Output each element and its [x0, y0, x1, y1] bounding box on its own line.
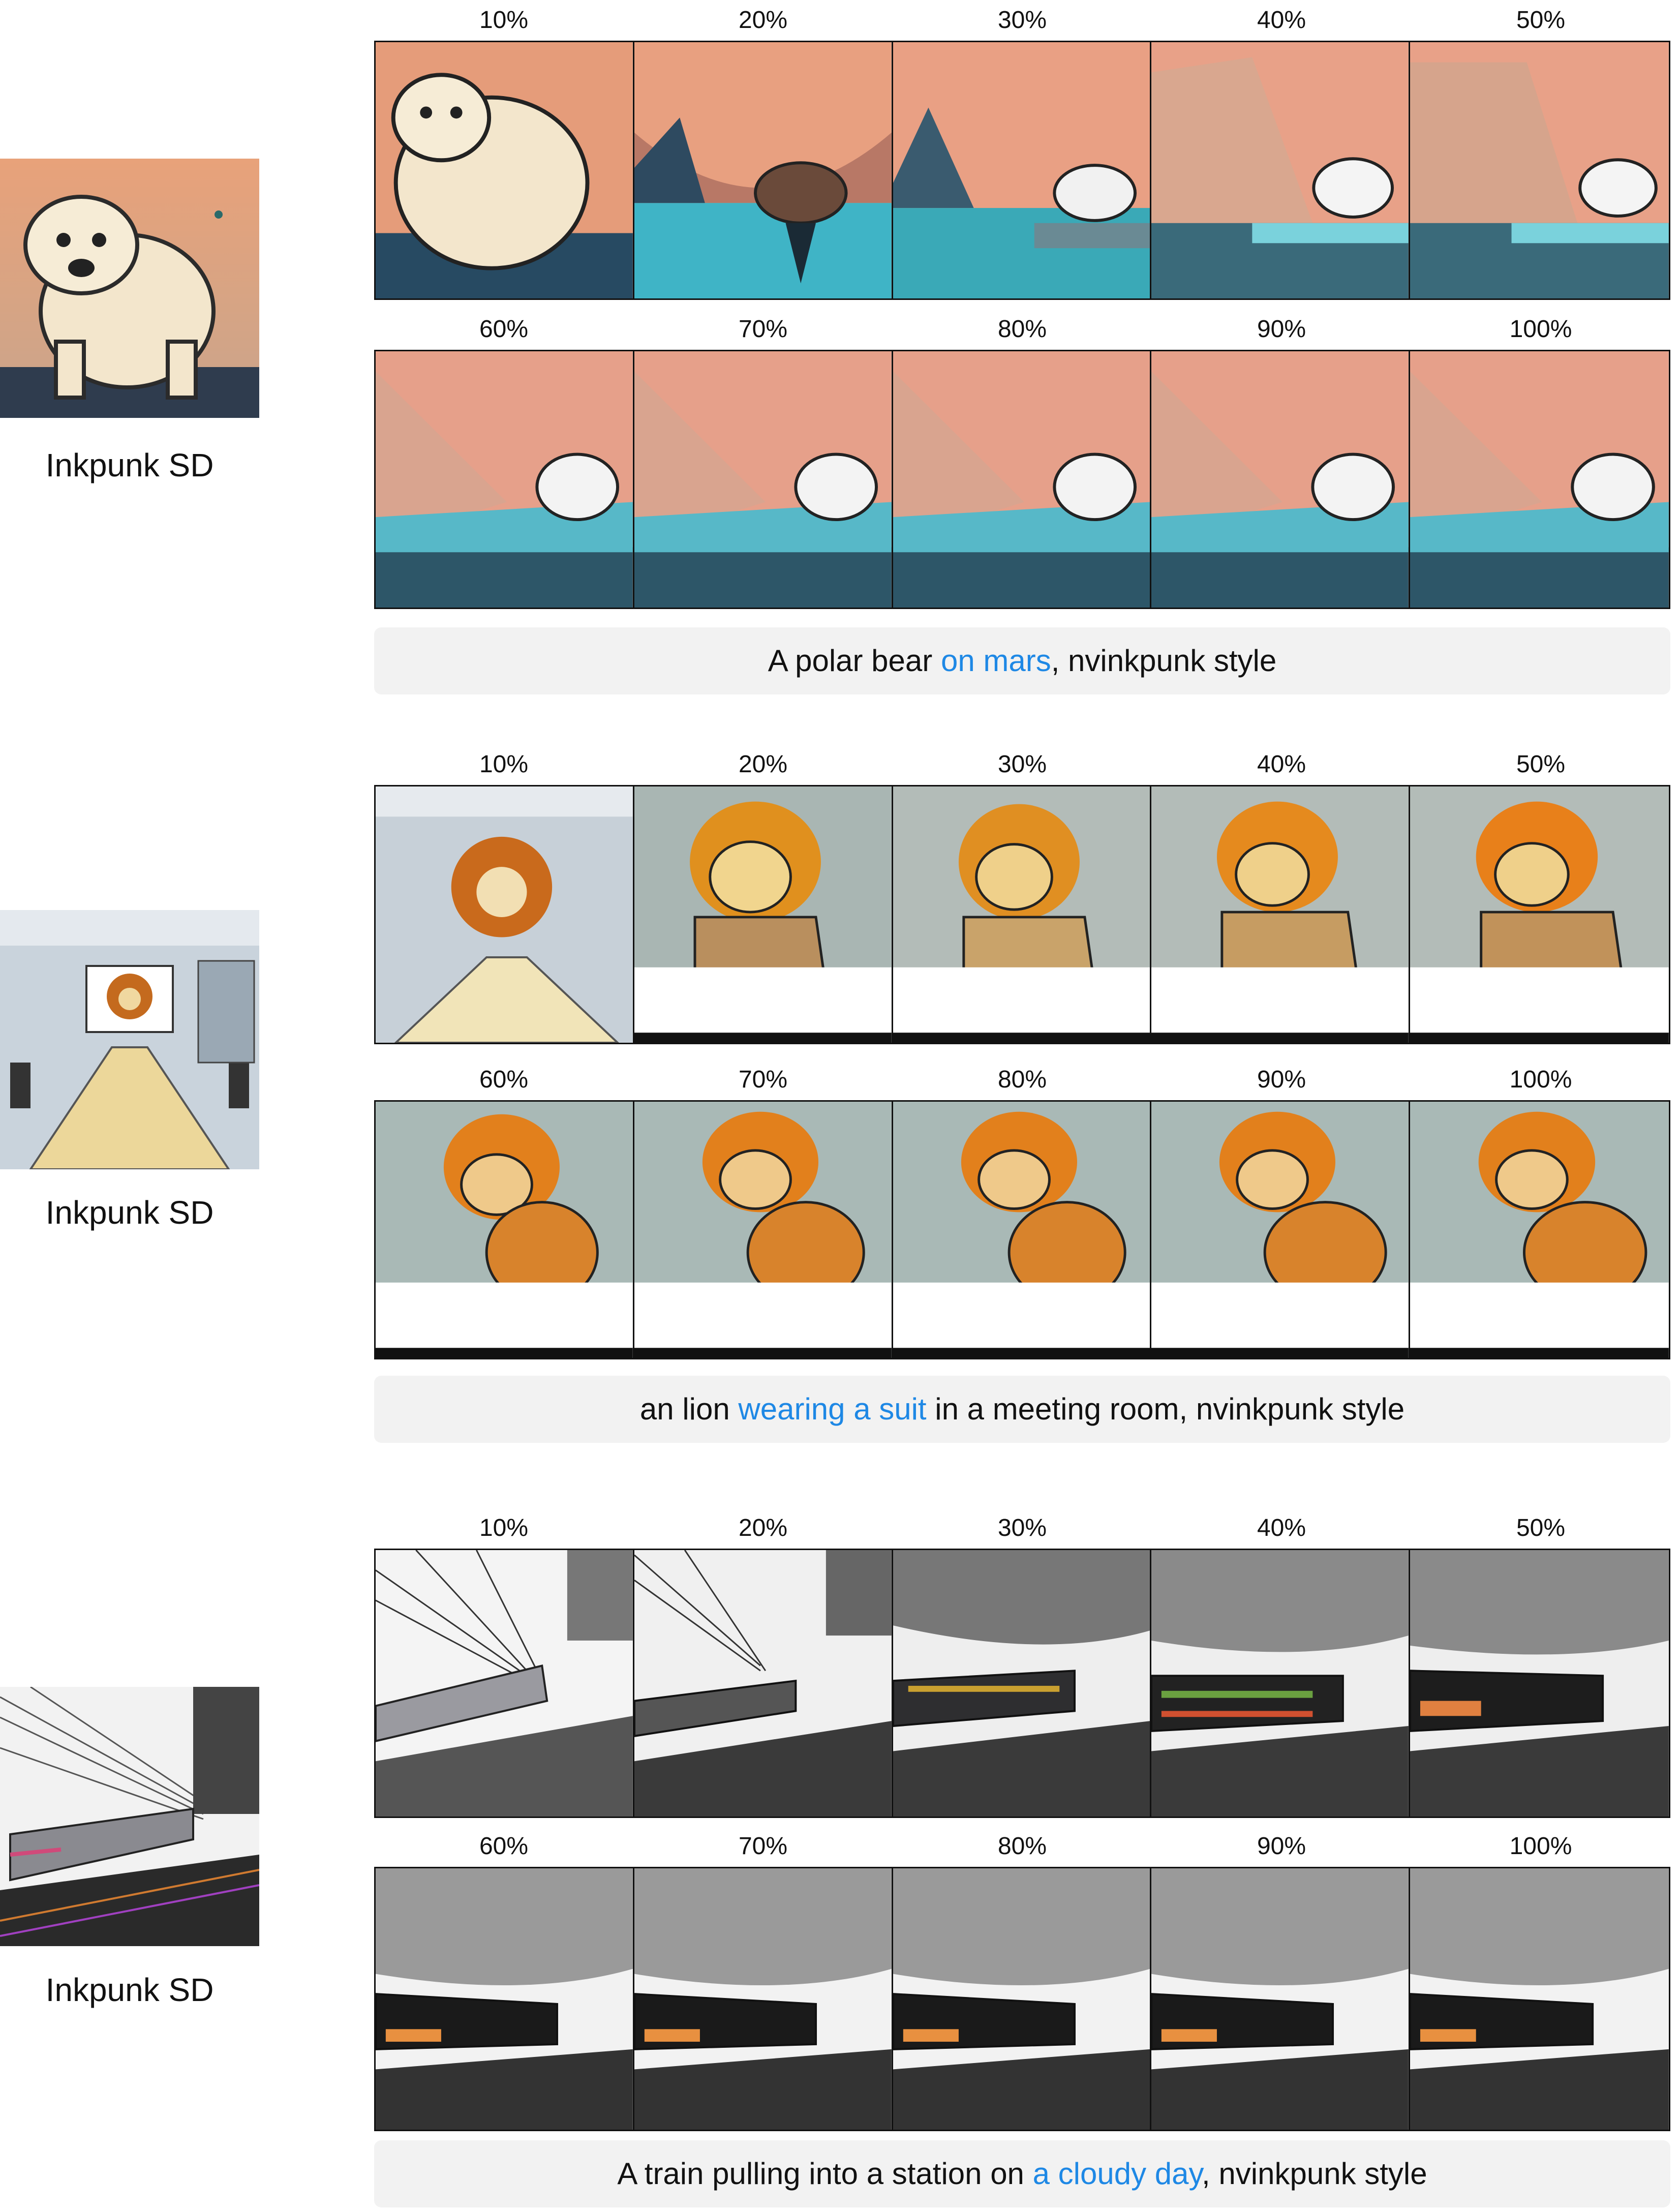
source-image-lion — [0, 910, 259, 1169]
frame-image — [1410, 1550, 1669, 1816]
frame-image — [376, 1868, 634, 2130]
prompt-caption: an lion wearing a suit in a meeting room… — [374, 1376, 1670, 1443]
percent-label: 40% — [1257, 7, 1306, 34]
source-label: Inkpunk SD — [45, 1194, 214, 1231]
frame-image — [376, 1550, 634, 1816]
percent-labels: 60% 70% 80% 90% 100% — [374, 1831, 1670, 1867]
prompt-highlight: a cloudy day — [1032, 2157, 1202, 2191]
percent-labels: 60% 70% 80% 90% 100% — [374, 1065, 1670, 1100]
frame-strip — [374, 1867, 1670, 2131]
percent-label: 10% — [479, 1515, 529, 1541]
percent-label: 100% — [1509, 316, 1572, 343]
frame-image — [893, 786, 1152, 1043]
source-image-polar-bear — [0, 159, 259, 418]
percent-labels: 10% 20% 30% 40% 50% — [374, 5, 1670, 41]
frame-row-1: 10% 20% 30% 40% 50% — [374, 5, 1670, 300]
frame-row-2: 60% 70% 80% 90% 100% — [374, 314, 1670, 609]
percent-label: 80% — [997, 316, 1047, 343]
frame-image — [893, 351, 1152, 608]
percent-label: 50% — [1516, 7, 1566, 34]
prompt-caption: A polar bear on mars, nvinkpunk style — [374, 627, 1670, 694]
percent-labels: 60% 70% 80% 90% 100% — [374, 314, 1670, 350]
percent-label: 10% — [479, 7, 529, 34]
frame-image — [1410, 42, 1669, 298]
percent-label: 80% — [997, 1066, 1047, 1093]
frame-image — [376, 42, 634, 298]
prompt-highlight: on mars — [940, 644, 1051, 678]
percent-label: 20% — [738, 1515, 788, 1541]
frame-image — [893, 1102, 1152, 1358]
frame-image — [634, 351, 893, 608]
percent-label: 90% — [1257, 1833, 1306, 1860]
prompt-text: in a meeting room, nvinkpunk style — [926, 1392, 1405, 1426]
percent-label: 60% — [479, 316, 529, 343]
percent-label: 70% — [738, 316, 788, 343]
percent-label: 60% — [479, 1066, 529, 1093]
percent-label: 70% — [738, 1066, 788, 1093]
frame-image — [376, 786, 634, 1043]
frame-image — [634, 1550, 893, 1816]
frame-image — [1151, 786, 1411, 1043]
frame-image — [1151, 351, 1411, 608]
source-label: Inkpunk SD — [45, 447, 214, 483]
frame-image — [1151, 1102, 1411, 1358]
percent-label: 20% — [738, 7, 788, 34]
frame-row-1: 10% 20% 30% 40% 50% — [374, 1513, 1670, 1818]
percent-label: 20% — [738, 751, 788, 778]
percent-label: 50% — [1516, 1515, 1566, 1541]
frame-strip — [374, 350, 1670, 609]
frame-image — [1410, 1868, 1669, 2130]
percent-label: 30% — [997, 7, 1047, 34]
prompt-text: , nvinkpunk style — [1202, 2157, 1427, 2191]
percent-label: 90% — [1257, 1066, 1306, 1093]
frame-row-2: 60% 70% 80% 90% 100% — [374, 1065, 1670, 1359]
percent-label: 60% — [479, 1833, 529, 1860]
prompt-text: A polar bear — [768, 644, 941, 678]
frame-image — [1410, 786, 1669, 1043]
frame-image — [1151, 1868, 1411, 2130]
frame-image — [893, 42, 1152, 298]
percent-labels: 10% 20% 30% 40% 50% — [374, 749, 1670, 785]
percent-label: 40% — [1257, 1515, 1306, 1541]
percent-labels: 10% 20% 30% 40% 50% — [374, 1513, 1670, 1549]
percent-label: 70% — [738, 1833, 788, 1860]
frame-image — [1410, 351, 1669, 608]
percent-label: 40% — [1257, 751, 1306, 778]
frame-strip — [374, 41, 1670, 300]
percent-label: 100% — [1509, 1066, 1572, 1093]
frame-strip — [374, 1100, 1670, 1359]
prompt-text: , nvinkpunk style — [1051, 644, 1277, 678]
frame-image — [634, 786, 893, 1043]
frame-image — [634, 1868, 893, 2130]
prompt-highlight: wearing a suit — [738, 1392, 927, 1426]
frame-image — [376, 1102, 634, 1358]
frame-strip — [374, 785, 1670, 1044]
frame-image — [1151, 42, 1411, 298]
percent-label: 30% — [997, 1515, 1047, 1541]
frame-image — [376, 351, 634, 608]
percent-label: 90% — [1257, 316, 1306, 343]
frame-image — [634, 42, 893, 298]
frame-image — [893, 1868, 1152, 2130]
percent-label: 80% — [997, 1833, 1047, 1860]
percent-label: 10% — [479, 751, 529, 778]
percent-label: 50% — [1516, 751, 1566, 778]
frame-row-2: 60% 70% 80% 90% 100% — [374, 1831, 1670, 2131]
source-label: Inkpunk SD — [45, 1972, 214, 2008]
frame-strip — [374, 1549, 1670, 1818]
prompt-text: an lion — [639, 1392, 739, 1426]
source-image-train — [0, 1687, 259, 1946]
percent-label: 100% — [1509, 1833, 1572, 1860]
frame-image — [1151, 1550, 1411, 1816]
frame-image — [893, 1550, 1152, 1816]
frame-image — [1410, 1102, 1669, 1358]
percent-label: 30% — [997, 751, 1047, 778]
frame-image — [634, 1102, 893, 1358]
prompt-text: A train pulling into a station on — [617, 2157, 1033, 2191]
prompt-caption: A train pulling into a station on a clou… — [374, 2140, 1670, 2207]
frame-row-1: 10% 20% 30% 40% 50% — [374, 749, 1670, 1044]
